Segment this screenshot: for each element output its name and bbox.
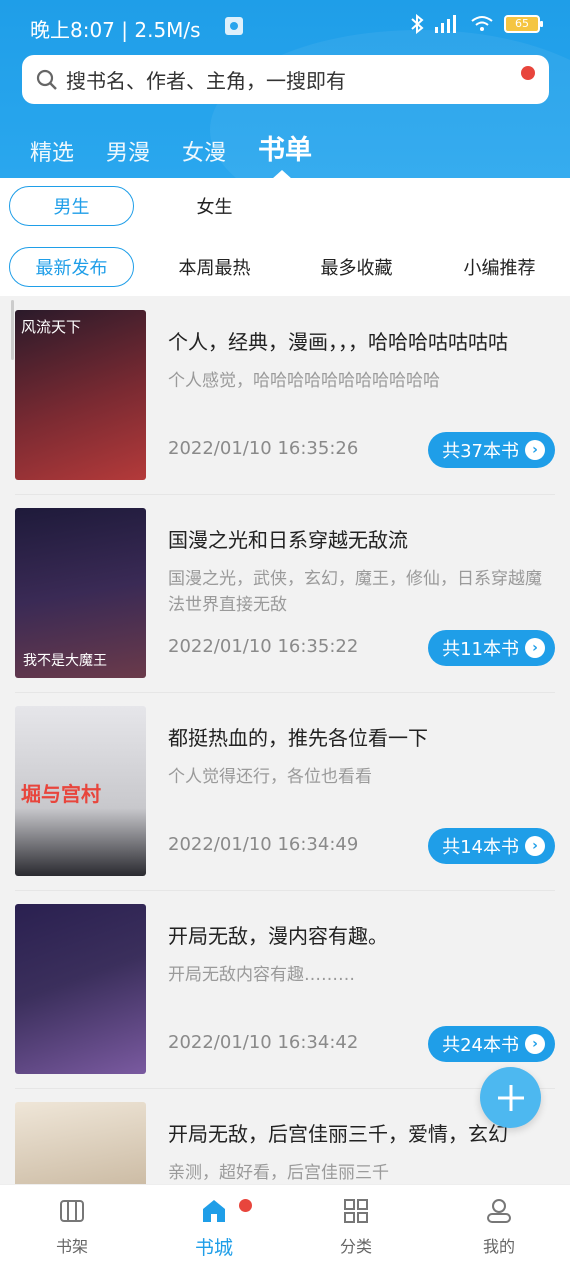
count-label: 共37本书	[442, 441, 519, 462]
list-item[interactable]: 堀与宫村 都挺热血的，推先各位看一下 个人觉得还行，各位也看看 2022/01/…	[0, 692, 570, 890]
plus-icon	[497, 1084, 524, 1111]
nav-bookshelf[interactable]: 书架	[27, 1197, 117, 1257]
sort-most-collected[interactable]: 最多收藏	[294, 247, 419, 287]
cover-title: 风流天下	[21, 318, 82, 336]
list-item[interactable]: 风流天下 个人，经典，漫画，，，哈哈哈咕咕咕咕 个人感觉，哈哈哈哈哈哈哈哈哈哈哈…	[0, 296, 570, 494]
booklist-date: 2022/01/10 16:35:26	[168, 438, 359, 459]
list-item[interactable]: 我不是大魔王 国漫之光和日系穿越无敌流 国漫之光，武侠，玄幻，魔王，修仙，日系穿…	[0, 494, 570, 692]
notification-dot	[521, 66, 535, 80]
status-bar: 晚上8:07 | 2.5M/s 65	[0, 0, 570, 54]
wifi-icon	[471, 16, 493, 31]
status-right: 65	[410, 14, 543, 34]
nav-profile[interactable]: 我的	[454, 1197, 544, 1257]
count-label: 共14本书	[442, 837, 519, 858]
nav-label: 我的	[482, 1237, 515, 1256]
cover-title: 堀与宫村	[21, 782, 101, 806]
booklist-date: 2022/01/10 16:34:42	[168, 1032, 359, 1053]
count-label: 共24本书	[442, 1035, 519, 1056]
booklist-count-button[interactable]: 共11本书 ›	[428, 630, 555, 666]
booklist-title: 个人，经典，漫画，，，哈哈哈咕咕咕咕	[168, 330, 508, 354]
chevron-right-icon: ›	[525, 836, 545, 856]
sort-editor-picks[interactable]: 小编推荐	[437, 247, 562, 287]
booklist-count-button[interactable]: 共37本书 ›	[428, 432, 555, 468]
search-bar[interactable]: 搜书名、作者、主角，一搜即有	[22, 55, 549, 104]
nav-label: 书城	[194, 1237, 233, 1259]
bottom-nav: 书架 书城 分类 我的	[0, 1184, 570, 1266]
booklist-desc: 亲测，超好看，后宫佳丽三千	[168, 1163, 389, 1183]
scrollbar[interactable]	[11, 300, 14, 360]
booklist-date: 2022/01/10 16:34:49	[168, 834, 359, 855]
add-button[interactable]	[480, 1067, 541, 1128]
top-tabs: 精选 男漫 女漫 书单	[30, 128, 312, 178]
booklist-date: 2022/01/10 16:35:22	[168, 636, 359, 657]
tab-male-comics[interactable]: 男漫	[106, 135, 150, 167]
tab-featured[interactable]: 精选	[30, 135, 74, 167]
sort-weekly-hot[interactable]: 本周最热	[152, 247, 277, 287]
sort-latest[interactable]: 最新发布	[9, 247, 134, 287]
header: 晚上8:07 | 2.5M/s 65 搜书名、作者、主角，一搜即有 精选 男漫 …	[0, 0, 570, 178]
bookshelf-icon	[60, 1200, 84, 1222]
booklist-desc: 个人觉得还行，各位也看看	[168, 767, 372, 787]
bluetooth-icon	[411, 14, 424, 34]
grid-icon	[344, 1199, 368, 1223]
booklist-cover: 风流天下	[15, 310, 146, 480]
booklist-desc: 个人感觉，哈哈哈哈哈哈哈哈哈哈哈	[168, 371, 440, 391]
cover-title: 我不是大魔王	[23, 653, 107, 669]
count-label: 共11本书	[442, 639, 519, 660]
booklist-count-button[interactable]: 共14本书 ›	[428, 828, 555, 864]
nav-category[interactable]: 分类	[311, 1197, 401, 1257]
booklist-cover	[15, 904, 146, 1074]
tab-female-comics[interactable]: 女漫	[182, 135, 226, 167]
chevron-right-icon: ›	[525, 440, 545, 460]
booklist-desc: 国漫之光，武侠，玄幻，魔王，修仙，日系穿越魔法世界直接无敌	[168, 569, 542, 615]
booklist-list: 风流天下 个人，经典，漫画，，，哈哈哈咕咕咕咕 个人感觉，哈哈哈哈哈哈哈哈哈哈哈…	[0, 296, 570, 1184]
booklist-title: 都挺热血的，推先各位看一下	[168, 726, 428, 750]
person-icon	[487, 1199, 511, 1223]
filter-female[interactable]: 女生	[152, 186, 277, 226]
chevron-right-icon: ›	[525, 638, 545, 658]
notification-dot	[239, 1199, 252, 1212]
filter-male[interactable]: 男生	[9, 186, 134, 226]
booklist-cover	[15, 1102, 146, 1184]
nav-label: 书架	[55, 1237, 88, 1256]
booklist-count-button[interactable]: 共24本书 ›	[428, 1026, 555, 1062]
list-item[interactable]: 开局无敌，漫内容有趣。 开局无敌内容有趣……… 2022/01/10 16:34…	[0, 890, 570, 1088]
chevron-right-icon: ›	[525, 1034, 545, 1054]
tab-booklists[interactable]: 书单	[258, 128, 312, 178]
search-icon	[36, 69, 57, 90]
booklist-cover: 我不是大魔王	[15, 508, 146, 678]
booklist-title: 国漫之光和日系穿越无敌流	[168, 528, 408, 552]
booklist-cover: 堀与宫村	[15, 706, 146, 876]
filter-panel: 男生 女生 最新发布 本周最热 最多收藏 小编推荐	[0, 178, 570, 296]
status-time: 晚上8:07 | 2.5M/s	[30, 18, 201, 42]
battery-icon: 65	[504, 15, 543, 33]
booklist-title: 开局无敌，后宫佳丽三千，爱情，玄幻	[168, 1122, 508, 1146]
search-placeholder: 搜书名、作者、主角，一搜即有	[66, 69, 346, 93]
home-icon	[203, 1200, 225, 1222]
booklist-desc: 开局无敌内容有趣………	[168, 965, 355, 985]
signal-icon	[435, 15, 456, 33]
nav-label: 分类	[339, 1237, 372, 1256]
booklist-title: 开局无敌，漫内容有趣。	[168, 924, 388, 948]
settings-icon	[225, 17, 243, 35]
